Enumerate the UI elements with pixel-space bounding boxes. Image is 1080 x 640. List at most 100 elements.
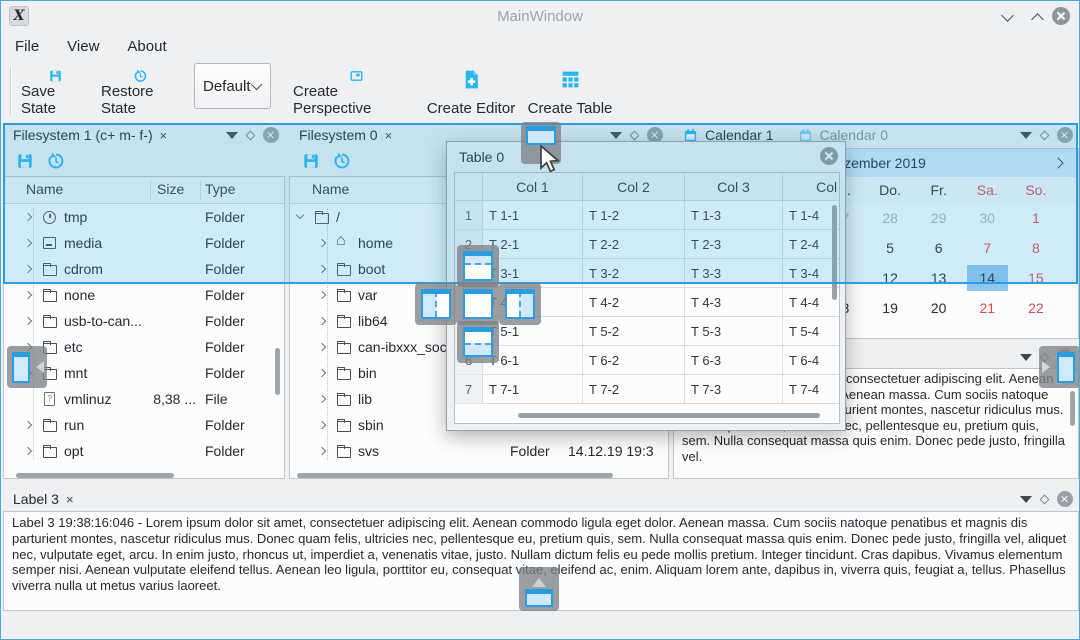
table-cell[interactable]: T 7-2 xyxy=(583,375,685,404)
calendar-day[interactable]: 22 xyxy=(1012,293,1061,323)
horizontal-scrollbar[interactable] xyxy=(16,473,174,478)
calendar-day[interactable]: 19 xyxy=(866,293,915,323)
table-row[interactable]: 6 T 6-1 T 6-2 T 6-3 T 6-4 xyxy=(455,346,839,375)
row-number[interactable]: 7 xyxy=(455,375,483,404)
table-row[interactable]: 7 T 7-1 T 7-2 T 7-3 T 7-4 xyxy=(455,375,839,404)
item-name: mnt xyxy=(64,365,87,381)
save-icon xyxy=(45,69,66,83)
perspective-icon xyxy=(346,69,367,83)
mouse-cursor xyxy=(538,145,560,175)
vertical-scrollbar[interactable] xyxy=(1070,391,1075,426)
new-document-icon xyxy=(461,69,482,90)
item-icon xyxy=(336,365,354,381)
table-cell[interactable]: T 6-3 xyxy=(685,346,783,375)
perspective-dropdown[interactable]: Default xyxy=(194,63,271,109)
tab-label: Label 3 xyxy=(13,491,59,507)
save-state-button[interactable]: Save State xyxy=(19,65,91,119)
vertical-scrollbar[interactable] xyxy=(275,348,280,395)
create-perspective-label: Create Perspective xyxy=(293,83,419,117)
item-name: lib xyxy=(358,391,372,407)
table-cell[interactable]: T 7-4 xyxy=(783,375,840,404)
table-cell[interactable]: T 7-3 xyxy=(685,375,783,404)
create-perspective-button[interactable]: Create Perspective xyxy=(291,65,421,119)
menu-view[interactable]: View xyxy=(67,38,99,55)
tab-label3[interactable]: Label 3 × xyxy=(3,487,84,511)
item-type: Folder xyxy=(205,417,245,433)
drop-indicator-split-top[interactable] xyxy=(457,245,499,287)
tree-row[interactable]: none Folder xyxy=(4,282,284,308)
expand-chevron-icon[interactable] xyxy=(22,392,36,406)
item-type: File xyxy=(205,391,228,407)
table-cell[interactable]: T 6-4 xyxy=(783,346,840,375)
expand-chevron-icon[interactable] xyxy=(22,314,36,328)
item-type: Folder xyxy=(510,443,550,459)
save-state-label: Save State xyxy=(21,83,89,117)
expand-chevron-icon[interactable] xyxy=(316,288,330,302)
tree-row[interactable]: vmlinuz 8,38 ... File xyxy=(4,386,284,412)
horizontal-scrollbar[interactable] xyxy=(518,413,820,418)
table-cell[interactable]: T 6-2 xyxy=(583,346,685,375)
item-icon xyxy=(42,391,60,407)
item-name: opt xyxy=(64,443,83,459)
close-window-icon[interactable] xyxy=(1052,7,1070,25)
menu-about[interactable]: About xyxy=(127,38,166,55)
tree-row[interactable]: svs Folder 14.12.19 19:3 xyxy=(290,438,668,464)
window-titlebar[interactable]: X MainWindow xyxy=(1,1,1079,31)
drop-indicator-right-edge[interactable] xyxy=(1039,346,1080,388)
item-name: svs xyxy=(358,443,379,459)
table-cell[interactable]: T 5-4 xyxy=(783,317,840,346)
tab-close-icon[interactable]: × xyxy=(66,493,74,506)
item-date: 14.12.19 19:3 xyxy=(568,443,654,459)
item-name: lib64 xyxy=(358,313,388,329)
item-name: usb-to-can... xyxy=(64,313,142,329)
expand-chevron-icon[interactable] xyxy=(22,288,36,302)
item-type: Folder xyxy=(205,287,245,303)
drop-indicator-center-tab[interactable] xyxy=(457,283,499,325)
item-name: run xyxy=(64,417,84,433)
dock-menu-icon[interactable] xyxy=(1020,354,1032,361)
toolbar-handle[interactable] xyxy=(10,67,12,115)
item-icon xyxy=(336,287,354,303)
item-icon xyxy=(336,443,354,459)
expand-chevron-icon[interactable] xyxy=(316,314,330,328)
dock-menu-icon[interactable] xyxy=(1020,496,1032,503)
drop-indicator-bottom-edge[interactable] xyxy=(519,567,559,611)
item-icon xyxy=(336,313,354,329)
create-table-label: Create Table xyxy=(528,100,613,117)
drop-indicator-split-bottom[interactable] xyxy=(457,321,499,363)
main-window: X MainWindow File View About Save State … xyxy=(0,0,1080,640)
table-cell[interactable]: T 7-1 xyxy=(483,375,583,404)
create-editor-button[interactable]: Create Editor xyxy=(421,65,521,119)
item-name: var xyxy=(358,287,377,303)
menu-file[interactable]: File xyxy=(15,38,39,55)
create-table-button[interactable]: Create Table xyxy=(525,65,615,119)
drop-indicator-split-right[interactable] xyxy=(499,283,541,325)
expand-chevron-icon[interactable] xyxy=(316,444,330,458)
tree-row[interactable]: run Folder xyxy=(4,412,284,438)
expand-chevron-icon[interactable] xyxy=(22,418,36,432)
calendar-day[interactable]: 20 xyxy=(914,293,963,323)
perspective-dropdown-value: Default xyxy=(203,78,251,95)
calendar-day[interactable]: 21 xyxy=(963,293,1012,323)
tree-row[interactable]: opt Folder xyxy=(4,438,284,464)
item-type: Folder xyxy=(205,365,245,381)
item-icon xyxy=(336,339,354,355)
expand-chevron-icon[interactable] xyxy=(316,366,330,380)
drop-indicator-split-left[interactable] xyxy=(415,283,457,325)
item-icon xyxy=(42,443,60,459)
expand-chevron-icon[interactable] xyxy=(316,418,330,432)
table-cell[interactable]: T 5-2 xyxy=(583,317,685,346)
table-cell[interactable]: T 4-2 xyxy=(583,288,685,317)
expand-chevron-icon[interactable] xyxy=(316,340,330,354)
table-cell[interactable]: T 4-3 xyxy=(685,288,783,317)
drop-indicator-left-edge[interactable] xyxy=(7,346,47,388)
restore-state-button[interactable]: Restore State xyxy=(99,65,181,119)
expand-chevron-icon[interactable] xyxy=(316,392,330,406)
expand-chevron-icon[interactable] xyxy=(22,444,36,458)
tree-row[interactable]: usb-to-can... Folder xyxy=(4,308,284,334)
table-cell[interactable]: T 5-3 xyxy=(685,317,783,346)
horizontal-scrollbar[interactable] xyxy=(297,473,613,478)
dock-titlebar[interactable]: Label 3 × xyxy=(3,487,1079,511)
dock-float-icon[interactable] xyxy=(1040,494,1050,504)
dock-close-icon[interactable] xyxy=(1057,491,1073,507)
